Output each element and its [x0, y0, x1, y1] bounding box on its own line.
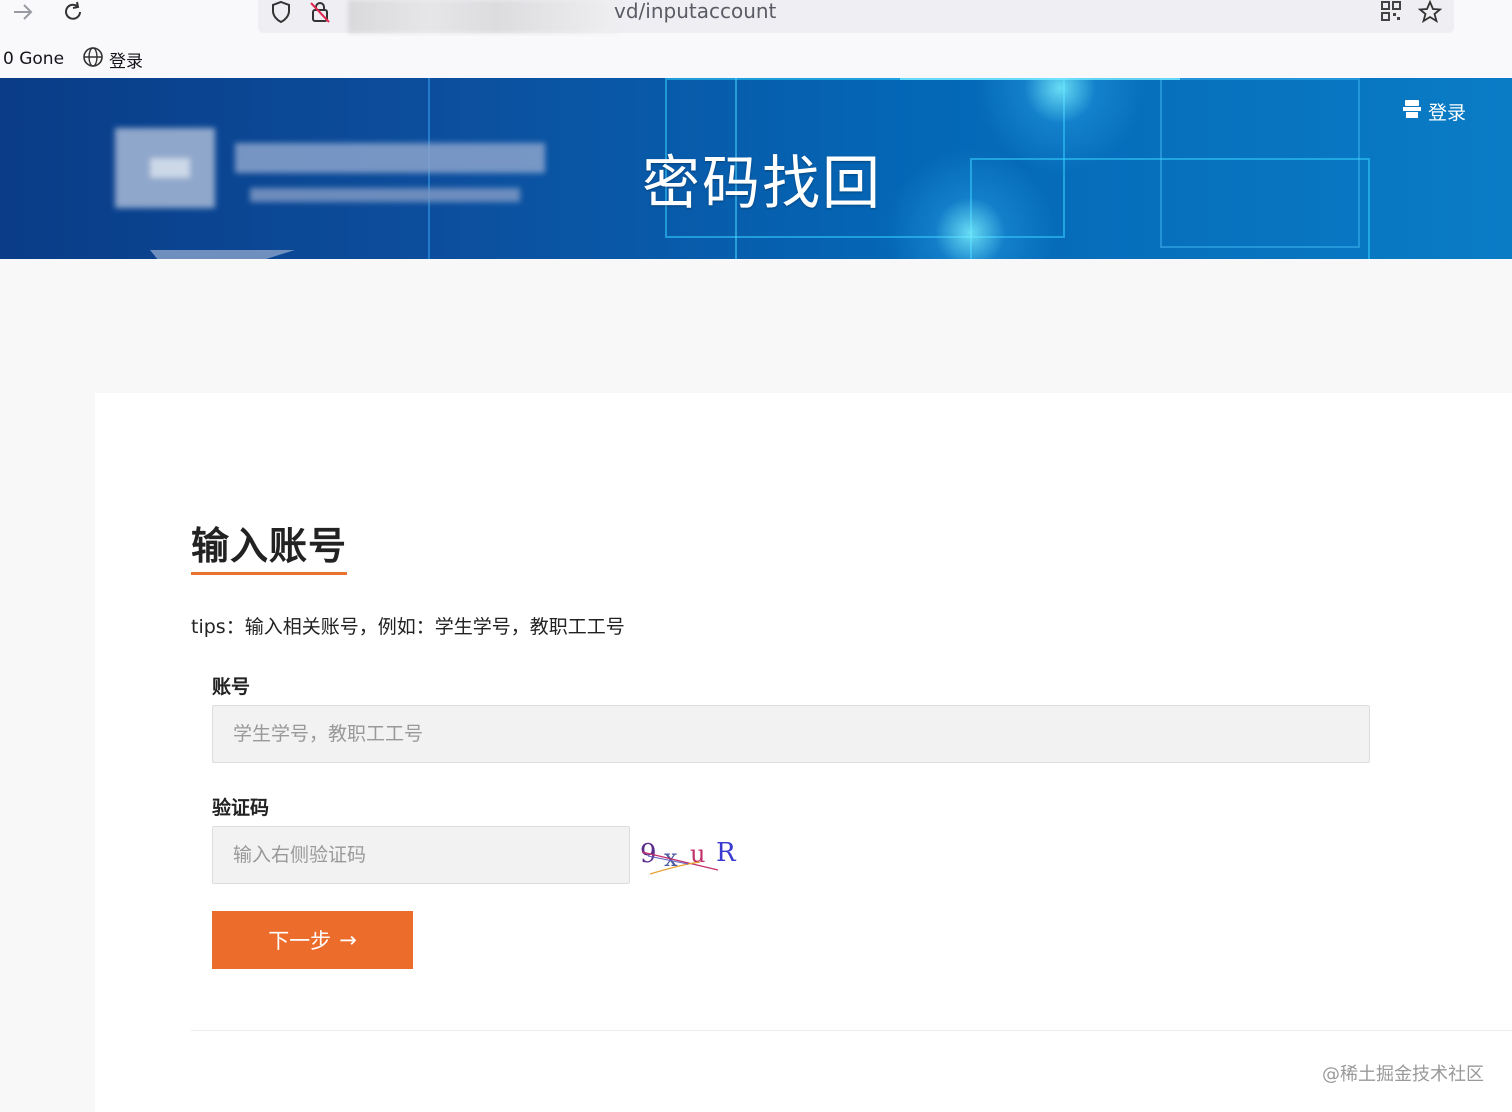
bookmark-star-icon[interactable]: [1417, 0, 1443, 28]
account-input[interactable]: [212, 705, 1370, 763]
reload-icon[interactable]: [58, 0, 88, 24]
watermark: @稀土掘金技术社区: [1322, 1064, 1484, 1085]
shield-icon[interactable]: [270, 0, 292, 28]
school-logo-redacted: [115, 118, 555, 218]
globe-icon: [82, 46, 104, 73]
tips-text: tips：输入相关账号，例如：学生学号，教职工工号: [191, 616, 625, 638]
form-heading: 输入账号: [191, 515, 348, 575]
bookmark-label: 登录: [109, 51, 144, 72]
banner-tab-decor: [150, 250, 295, 259]
qr-code-icon[interactable]: [1380, 0, 1402, 26]
footer-divider: [191, 1030, 1512, 1031]
bookmark-gone[interactable]: 0 Gone: [0, 49, 64, 69]
url-text: vd/inputaccount: [614, 0, 777, 23]
next-step-button[interactable]: 下一步 →: [212, 911, 413, 969]
banner-decor-line: [900, 78, 1180, 80]
captcha-label: 验证码: [212, 797, 270, 819]
forward-icon[interactable]: [8, 0, 38, 24]
captcha-char: R: [716, 838, 737, 868]
url-redacted: [348, 0, 618, 33]
captcha-input[interactable]: [212, 826, 630, 884]
user-icon: [1402, 98, 1422, 125]
site-header-banner: 密码找回 登录: [0, 78, 1512, 259]
page-title: 密码找回: [642, 149, 883, 217]
next-step-label: 下一步: [268, 929, 332, 953]
url-bar[interactable]: vd/inputaccount: [258, 0, 1454, 33]
arrow-right-icon: →: [339, 928, 357, 952]
captcha-image[interactable]: 9 x u R: [640, 834, 750, 880]
bookmarks-bar: 0 Gone 登录: [0, 44, 161, 74]
bookmark-label: 0 Gone: [3, 49, 65, 69]
bookmark-login[interactable]: 登录: [82, 46, 143, 73]
header-login-link[interactable]: 登录: [1402, 98, 1466, 125]
banner-decor-frame: [1160, 78, 1360, 248]
browser-toolbar: vd/inputaccount 0 Gone 登录: [0, 0, 1512, 78]
login-label: 登录: [1428, 102, 1467, 124]
account-label: 账号: [212, 676, 251, 698]
insecure-lock-icon[interactable]: [308, 0, 332, 28]
